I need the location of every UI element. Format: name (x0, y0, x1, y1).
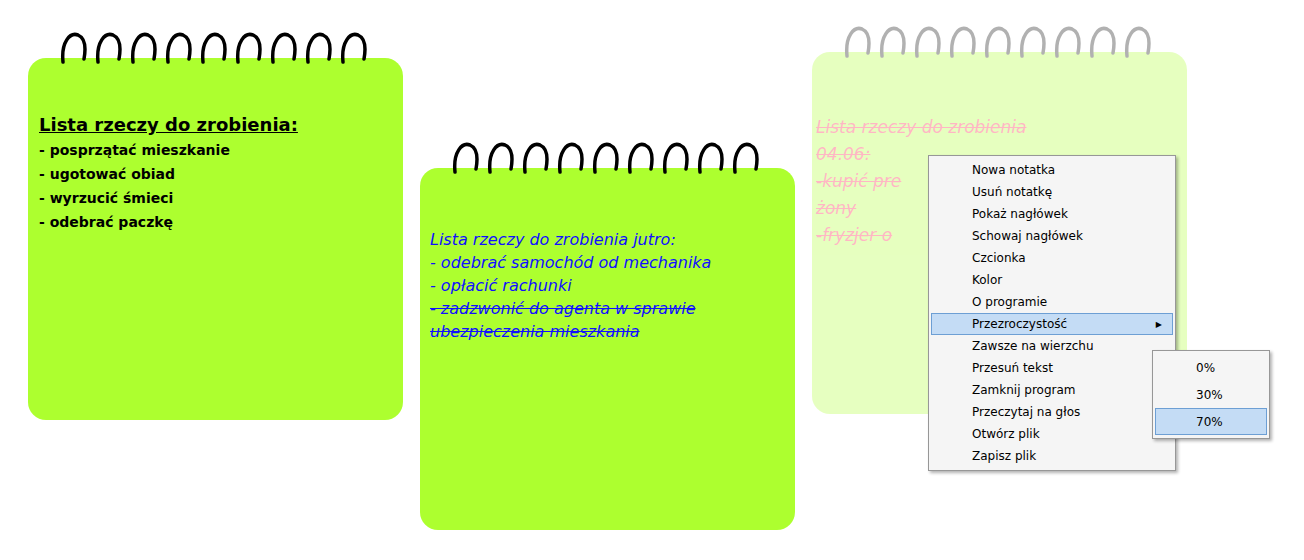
menu-item[interactable]: Kolor (931, 269, 1173, 291)
note-line: - zadzwonić do agenta w sprawie (430, 297, 787, 320)
ring-icon (590, 138, 620, 178)
note-line: - wyrzucić śmieci (39, 186, 395, 210)
ring-icon (947, 22, 977, 62)
ring-icon (485, 138, 515, 178)
ring-icon (695, 138, 725, 178)
submenu-arrow-icon: ▶ (1156, 320, 1162, 329)
spiral-binding (58, 28, 368, 68)
ring-icon (877, 22, 907, 62)
note-line: Lista rzeczy do zrobienia (816, 114, 1179, 141)
ring-icon (842, 22, 872, 62)
ring-icon (128, 28, 158, 68)
menu-item[interactable]: O programie (931, 291, 1173, 313)
sticky-note[interactable]: Lista rzeczy do zrobienia jutro:- odebra… (420, 168, 795, 530)
note-line: Lista rzeczy do zrobienia jutro: (430, 228, 787, 251)
ring-icon (625, 138, 655, 178)
ring-icon (912, 22, 942, 62)
menu-item[interactable]: Przesuń tekst▶ (931, 357, 1173, 379)
ring-icon (1052, 22, 1082, 62)
ring-icon (660, 138, 690, 178)
note-body[interactable]: Lista rzeczy do zrobienia:- posprzątać m… (28, 58, 403, 420)
note-line: - odebrać paczkę (39, 210, 395, 234)
menu-item[interactable]: Zawsze na wierzchu (931, 335, 1173, 357)
context-menu: Nowa notatkaUsuń notatkęPokaż nagłówekSc… (928, 155, 1176, 471)
note-line: ubezpieczenia mieszkania (430, 320, 787, 343)
ring-icon (268, 28, 298, 68)
menu-item[interactable]: Zamknij program (931, 379, 1173, 401)
ring-icon (163, 28, 193, 68)
menu-item[interactable]: Schowaj nagłówek (931, 225, 1173, 247)
ring-icon (233, 28, 263, 68)
menu-item[interactable]: Otwórz plik (931, 423, 1173, 445)
note-line: - opłacić rachunki (430, 274, 787, 297)
submenu-item[interactable]: 0% (1155, 354, 1267, 381)
ring-icon (730, 138, 760, 178)
menu-item[interactable]: Czcionka (931, 247, 1173, 269)
ring-icon (198, 28, 228, 68)
transparency-submenu: 0%30%70% (1152, 350, 1270, 439)
spiral-binding (450, 138, 760, 178)
spiral-binding (842, 22, 1152, 62)
desktop: Lista rzeczy do zrobienia:- posprzątać m… (0, 0, 1304, 560)
ring-icon (520, 138, 550, 178)
submenu-item[interactable]: 30% (1155, 381, 1267, 408)
note-line: - ugotować obiad (39, 162, 395, 186)
sticky-note[interactable]: Lista rzeczy do zrobienia:- posprzątać m… (28, 58, 403, 420)
ring-icon (450, 138, 480, 178)
ring-icon (555, 138, 585, 178)
submenu-item[interactable]: 70% (1155, 408, 1267, 435)
ring-icon (982, 22, 1012, 62)
menu-item[interactable]: Pokaż nagłówek (931, 203, 1173, 225)
ring-icon (1087, 22, 1117, 62)
note-line: - posprzątać mieszkanie (39, 138, 395, 162)
ring-icon (93, 28, 123, 68)
ring-icon (1017, 22, 1047, 62)
menu-item[interactable]: Zapisz plik (931, 445, 1173, 467)
ring-icon (338, 28, 368, 68)
menu-item[interactable]: Usuń notatkę (931, 181, 1173, 203)
ring-icon (1122, 22, 1152, 62)
note-line: - odebrać samochód od mechanika (430, 251, 787, 274)
note-body[interactable]: Lista rzeczy do zrobienia jutro:- odebra… (420, 168, 795, 530)
menu-item[interactable]: Przeczytaj na głos (931, 401, 1173, 423)
ring-icon (58, 28, 88, 68)
note-line: Lista rzeczy do zrobienia: (39, 112, 395, 138)
menu-item[interactable]: Nowa notatka (931, 159, 1173, 181)
menu-item[interactable]: Przezroczystość▶ (931, 313, 1173, 335)
ring-icon (303, 28, 333, 68)
